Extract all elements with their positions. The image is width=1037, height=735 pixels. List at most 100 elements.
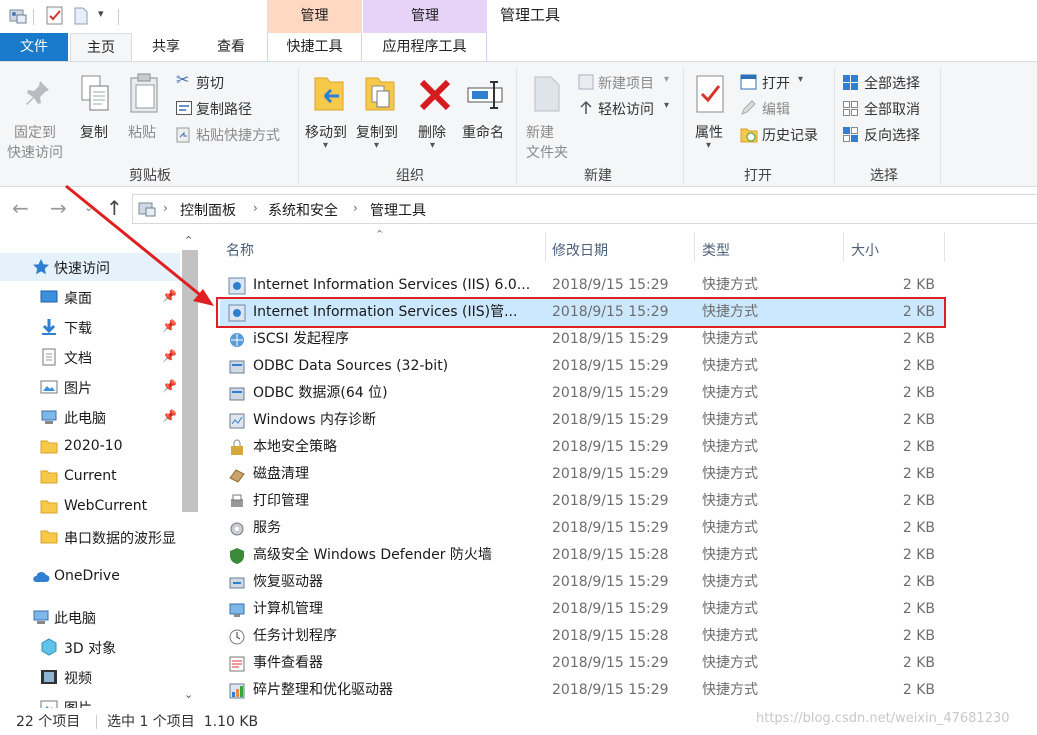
breadcrumb-admin-tools[interactable]: 管理工具: [370, 200, 426, 220]
easy-access-button[interactable]: 轻松访问 ▾: [578, 98, 678, 120]
delete-dropdown-icon: ▾: [430, 140, 436, 151]
sidebar-item-label[interactable]: 3D 对象: [64, 638, 180, 658]
folder-icon: [40, 530, 58, 544]
file-row[interactable]: 计算机管理 2018/9/15 15:29 快捷方式 2 KB: [220, 596, 944, 623]
column-header-date[interactable]: 修改日期: [552, 240, 608, 260]
sidebar-item-label[interactable]: 此电脑: [64, 408, 166, 428]
file-row[interactable]: 服务 2018/9/15 15:29 快捷方式 2 KB: [220, 515, 944, 542]
select-none-button[interactable]: 全部取消: [842, 98, 952, 120]
quick-access-dropdown-icon[interactable]: ▾: [98, 7, 104, 20]
breadcrumb-control-panel[interactable]: 控制面板: [180, 200, 236, 220]
file-row[interactable]: 本地安全策略 2018/9/15 15:29 快捷方式 2 KB: [220, 434, 944, 461]
rename-button[interactable]: 重命名: [460, 68, 512, 164]
new-folder-button[interactable]: 新建 文件夹: [522, 68, 574, 164]
copy-to-button[interactable]: 复制到 ▾: [354, 68, 404, 164]
sidebar-item-label[interactable]: 文档: [64, 348, 166, 368]
control-panel-icon[interactable]: [8, 6, 28, 26]
pin-icon[interactable]: 📌: [162, 349, 177, 363]
sidebar-item-label[interactable]: 桌面: [64, 288, 166, 308]
file-name: 本地安全策略: [253, 439, 337, 455]
properties-button[interactable]: 属性 ▾: [689, 68, 733, 164]
easy-access-icon: [580, 100, 592, 114]
sidebar-item-label[interactable]: 2020-10: [64, 438, 180, 454]
sidebar-item-label[interactable]: Current: [64, 468, 180, 484]
tab-file[interactable]: 文件: [0, 33, 68, 61]
pin-icon[interactable]: 📌: [162, 289, 177, 303]
shortcut-icon: [229, 387, 245, 401]
select-all-button[interactable]: 全部选择: [842, 72, 952, 94]
sidebar-item-label[interactable]: 图片: [64, 378, 166, 398]
back-arrow-icon[interactable]: ←: [12, 196, 29, 220]
tab-shortcut-tools[interactable]: 快捷工具: [267, 33, 362, 61]
edit-icon: [741, 100, 756, 115]
open-button[interactable]: 打开 ▾: [740, 72, 830, 94]
properties-check-icon[interactable]: [46, 6, 64, 26]
recent-locations-chevron-icon[interactable]: ⌄: [84, 201, 93, 214]
address-control-panel-icon: [138, 202, 156, 217]
sidebar-item-label[interactable]: 视频: [64, 668, 180, 688]
sidebar-scrollbar[interactable]: [182, 250, 198, 512]
sidebar-item-label[interactable]: 下载: [64, 318, 166, 338]
file-row[interactable]: 恢复驱动器 2018/9/15 15:29 快捷方式 2 KB: [220, 569, 944, 596]
file-date: 2018/9/15 15:29: [552, 412, 669, 428]
sidebar-scroll-down-icon[interactable]: ⌄: [184, 688, 193, 701]
file-row[interactable]: 任务计划程序 2018/9/15 15:28 快捷方式 2 KB: [220, 623, 944, 650]
sidebar-item-label[interactable]: OneDrive: [54, 568, 180, 584]
file-size: 2 KB: [902, 439, 935, 455]
pin-quick-access-button[interactable]: 固定到 快速访问: [4, 68, 70, 161]
file-row[interactable]: Internet Information Services (IIS) 6.0.…: [220, 272, 944, 299]
forward-arrow-icon[interactable]: →: [50, 196, 67, 220]
sidebar-item-label[interactable]: 串口数据的波形显: [64, 528, 180, 548]
tab-view[interactable]: 查看: [200, 33, 262, 61]
video-icon: [41, 670, 57, 684]
breadcrumb-separator-icon[interactable]: ›: [163, 201, 168, 215]
copy-path-button[interactable]: 复制路径: [174, 98, 294, 120]
pin-icon[interactable]: 📌: [162, 409, 177, 423]
new-folder-icon[interactable]: [74, 7, 88, 25]
tab-home[interactable]: 主页: [70, 33, 132, 62]
tab-share[interactable]: 共享: [136, 33, 196, 61]
edit-button[interactable]: 编辑: [740, 98, 830, 120]
file-row[interactable]: Windows 内存诊断 2018/9/15 15:29 快捷方式 2 KB: [220, 407, 944, 434]
invert-selection-button[interactable]: 反向选择: [842, 124, 952, 146]
file-type: 快捷方式: [702, 520, 758, 536]
file-type: 快捷方式: [702, 277, 758, 293]
sidebar-item-label[interactable]: 此电脑: [54, 608, 180, 628]
file-row[interactable]: ODBC Data Sources (32-bit) 2018/9/15 15:2…: [220, 353, 944, 380]
copy-path-label: 复制路径: [196, 102, 252, 118]
file-row[interactable]: 磁盘清理 2018/9/15 15:29 快捷方式 2 KB: [220, 461, 944, 488]
pin-icon[interactable]: 📌: [162, 319, 177, 333]
sidebar-scroll-up-icon[interactable]: ⌃: [184, 234, 193, 247]
file-row[interactable]: 高级安全 Windows Defender 防火墙 2018/9/15 15:28…: [220, 542, 944, 569]
move-to-button[interactable]: 移动到 ▾: [303, 68, 353, 164]
copy-button[interactable]: 复制: [74, 68, 118, 158]
breadcrumb-separator-icon[interactable]: ›: [353, 201, 358, 215]
file-row[interactable]: 打印管理 2018/9/15 15:29 快捷方式 2 KB: [220, 488, 944, 515]
column-header-name[interactable]: 名称: [226, 240, 254, 260]
new-item-button[interactable]: 新建项目 ▾: [578, 72, 678, 94]
sidebar-item-label[interactable]: 快速访问: [54, 258, 180, 278]
breadcrumb-separator-icon[interactable]: ›: [253, 201, 258, 215]
cut-button[interactable]: ✂ 剪切: [174, 70, 294, 94]
file-type: 快捷方式: [702, 601, 758, 617]
delete-button[interactable]: 删除 ▾: [414, 68, 456, 164]
breadcrumb-system-security[interactable]: 系统和安全: [268, 200, 338, 220]
tab-app-tools[interactable]: 应用程序工具: [363, 33, 487, 61]
column-header-type[interactable]: 类型: [702, 240, 730, 260]
file-row[interactable]: Internet Information Services (IIS)管... 2…: [220, 299, 944, 326]
file-row[interactable]: 事件查看器 2018/9/15 15:29 快捷方式 2 KB: [220, 650, 944, 677]
pin-icon[interactable]: 📌: [162, 379, 177, 393]
paste-button[interactable]: 粘贴: [122, 68, 166, 158]
file-row[interactable]: ODBC 数据源(64 位) 2018/9/15 15:29 快捷方式 2 KB: [220, 380, 944, 407]
shortcut-icon: [231, 439, 243, 455]
file-size: 2 KB: [902, 385, 935, 401]
column-header-size[interactable]: 大小: [851, 240, 879, 260]
history-label: 历史记录: [762, 128, 818, 144]
sidebar-item-label[interactable]: WebCurrent: [64, 498, 180, 514]
paste-shortcut-button[interactable]: 粘贴快捷方式: [174, 124, 294, 146]
file-row[interactable]: iSCSI 发起程序 2018/9/15 15:29 快捷方式 2 KB: [220, 326, 944, 353]
history-button[interactable]: 历史记录: [740, 124, 830, 146]
file-type: 快捷方式: [702, 682, 758, 698]
file-row[interactable]: 碎片整理和优化驱动器 2018/9/15 15:29 快捷方式 2 KB: [220, 677, 944, 704]
up-arrow-icon[interactable]: ↑: [106, 196, 123, 220]
